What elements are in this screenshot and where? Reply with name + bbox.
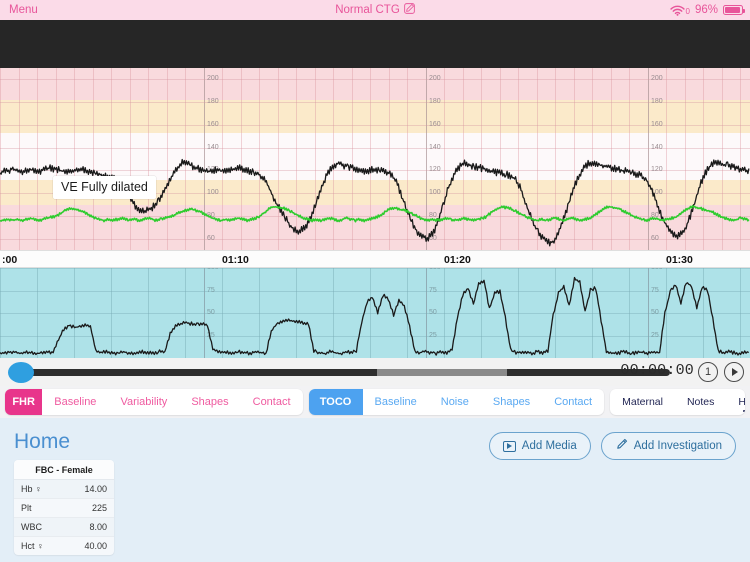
time-label: 01:30 [666,254,693,266]
elapsed-timer: 00:00:00 [620,362,694,379]
status-bar: Menu Normal CTG 0 96% [0,0,750,20]
panel-actions: Add Media Add Investigation [488,432,736,460]
tab-fhr-baseline[interactable]: Baseline [42,389,108,415]
time-label: 01:10 [222,254,249,266]
lab-row-key: Plt [21,503,32,513]
tab-bar: FHR Baseline Variability Shapes Contact … [0,386,750,418]
lab-row: Hb ♀ 14.00 [14,480,114,499]
video-icon [502,440,516,452]
play-button[interactable] [724,362,744,382]
toco-trace-svg [0,276,750,356]
scrubber-loaded-range [376,369,507,376]
lab-row-key: WBC [21,522,42,532]
window-title-text: Normal CTG [335,4,400,16]
lab-result-card[interactable]: FBC - Female Hb ♀ 14.00 Plt 225 WBC 8.00 Hct ♀… [14,460,114,555]
fhr-tab-group: FHR Baseline Variability Shapes Contact [5,389,303,415]
lab-row-value: 14.00 [84,484,107,494]
timeline-scrubber-bar[interactable]: 00:00:00 1 [0,358,750,386]
tab-toco-noise[interactable]: Noise [429,389,481,415]
tab-fhr-contact[interactable]: Contact [241,389,303,415]
window-title: Normal CTG [0,3,750,17]
play-icon [732,368,738,376]
time-label: :00 [2,254,18,266]
compose-icon[interactable] [403,3,415,17]
tab-toco-shapes[interactable]: Shapes [481,389,542,415]
tab-toco-contact[interactable]: Contact [542,389,604,415]
tab-notes[interactable]: Notes [675,389,726,415]
lab-row-value: 40.00 [84,541,107,551]
toco-chart[interactable]: 100100100757575505050252525 [0,268,750,358]
trace-line [0,204,750,223]
trace-line [0,158,750,247]
add-media-button[interactable]: Add Media [488,432,591,460]
annotation-ve-fully-dilated[interactable]: VE Fully dilated [53,176,156,199]
status-right-cluster: 0 96% [669,4,746,16]
lab-row: WBC 8.00 [14,518,114,537]
lab-row-value: 225 [91,503,107,513]
tab-toco-baseline[interactable]: Baseline [363,389,429,415]
tab-toco[interactable]: TOCO [308,389,363,415]
wifi-icon: 0 [669,5,690,16]
tab-home[interactable]: Home [726,389,745,415]
chart-top-dark-band [0,20,750,68]
scrubber-handle[interactable] [8,362,34,383]
lab-row: Hct ♀ 40.00 [14,537,114,555]
lab-row-key: Hb ♀ [21,484,42,494]
toco-tab-group: TOCO Baseline Noise Shapes Contact [308,389,605,415]
wifi-count: 0 [685,6,690,16]
tab-fhr[interactable]: FHR [5,389,43,415]
lab-row-value: 8.00 [89,522,107,532]
time-label: 01:20 [444,254,471,266]
tab-fhr-shapes[interactable]: Shapes [179,389,240,415]
lab-row-key: Hct ♀ [21,541,44,551]
home-panel: Home Add Media Add Investigation FBC - F… [0,418,750,562]
add-media-label: Add Media [521,440,577,452]
lab-row: Plt 225 [14,499,114,518]
fhr-chart[interactable]: 200 200 200 180 180 180 160 160 160 140 140 140 120 1… [0,68,750,250]
lab-card-header: FBC - Female [14,460,114,480]
playback-speed-button[interactable]: 1 [698,362,718,382]
lab-card-rows: Hb ♀ 14.00 Plt 225 WBC 8.00 Hct ♀ 40.00 [14,480,114,555]
fhr-trace-svg [0,158,750,247]
trace-line [0,276,750,356]
section-tab-group: Maternal Notes Home [610,389,745,415]
battery-percent: 96% [694,4,718,16]
pipette-icon [615,438,628,454]
add-investigation-button[interactable]: Add Investigation [600,432,736,460]
tab-maternal[interactable]: Maternal [610,389,675,415]
ctg-app-window: Menu Normal CTG 0 96% 200 200 200 180 18… [0,0,750,562]
time-ruler: :00 01:10 01:20 01:30 [0,250,750,268]
battery-icon [723,5,746,15]
add-investigation-label: Add Investigation [633,440,722,452]
scrubber-track[interactable] [18,369,670,376]
tab-fhr-variability[interactable]: Variability [108,389,179,415]
